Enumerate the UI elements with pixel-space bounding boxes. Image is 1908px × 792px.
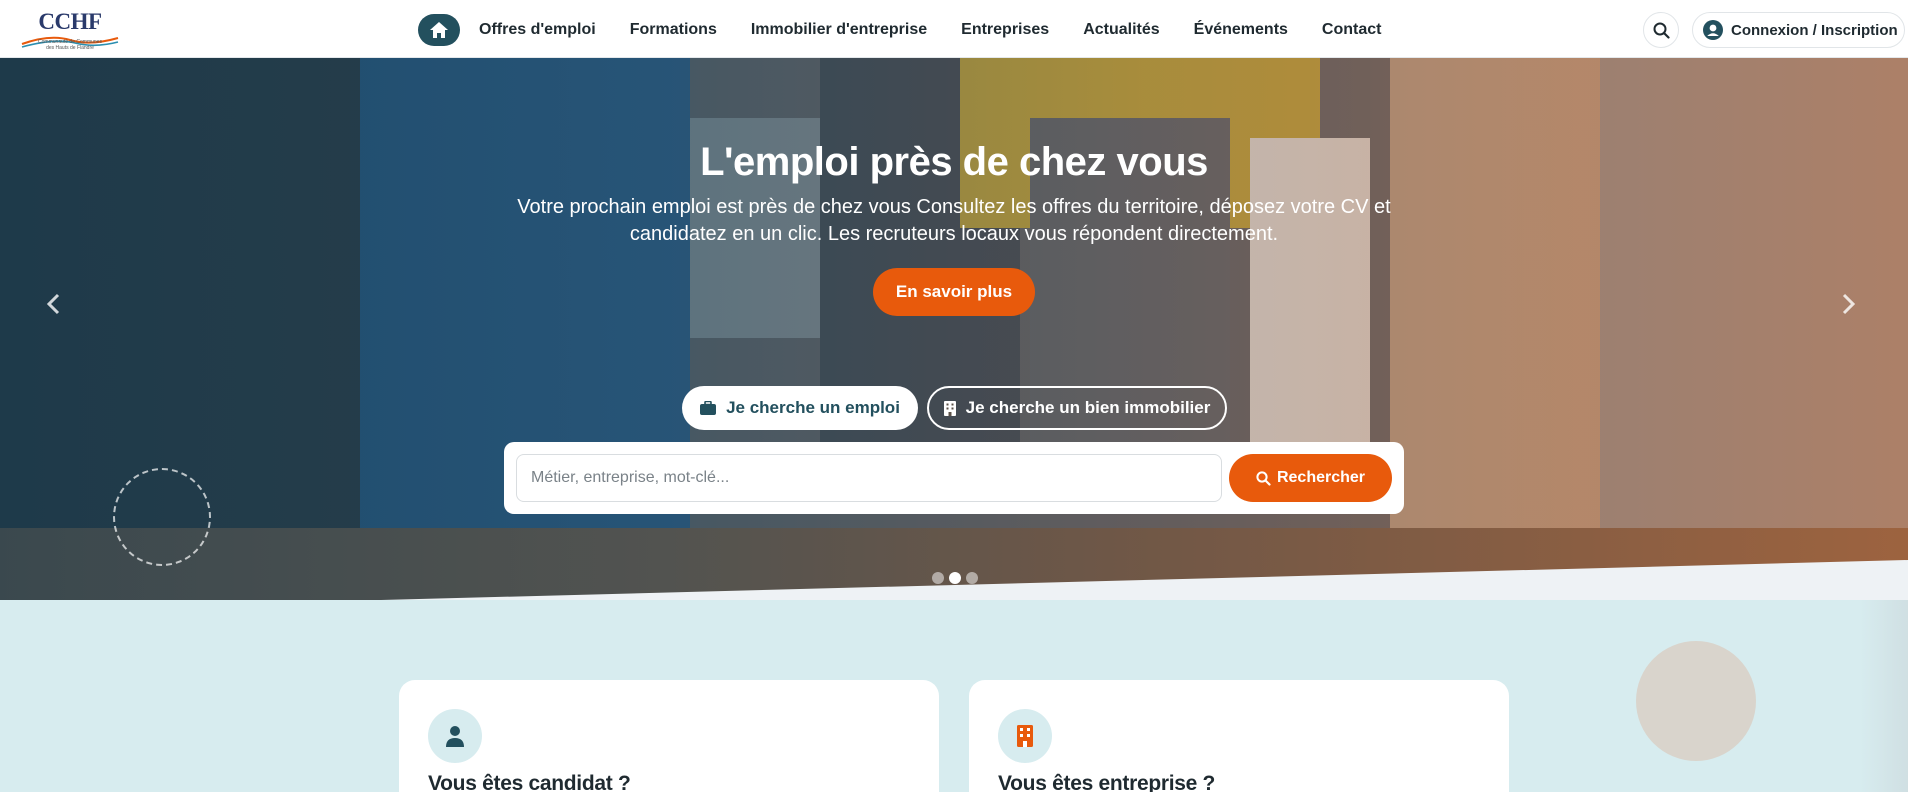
search-icon bbox=[1653, 22, 1670, 39]
building-icon bbox=[998, 709, 1052, 763]
company-card-title: Vous êtes entreprise ? bbox=[998, 772, 1216, 792]
carousel-next-button[interactable] bbox=[1842, 291, 1856, 322]
nav-item-offres[interactable]: Offres d'emploi bbox=[479, 21, 596, 39]
tab-property-label: Je cherche un bien immobilier bbox=[965, 398, 1211, 417]
chevron-right-icon bbox=[1842, 293, 1856, 315]
carousel-prev-button[interactable] bbox=[46, 291, 60, 322]
user-icon bbox=[428, 709, 482, 763]
search-submit-button[interactable]: Rechercher bbox=[1229, 454, 1392, 502]
edge-shadow bbox=[1860, 600, 1908, 792]
audience-section bbox=[0, 600, 1908, 792]
tab-property-search[interactable]: Je cherche un bien immobilier bbox=[927, 386, 1227, 430]
site-logo[interactable]: CCHF Communauté de Communes des Hauts de… bbox=[20, 9, 120, 51]
site-header: CCHF Communauté de Communes des Hauts de… bbox=[0, 0, 1908, 58]
decorative-circle bbox=[1636, 641, 1756, 761]
search-submit-label: Rechercher bbox=[1276, 469, 1366, 486]
search-panel: Rechercher bbox=[504, 442, 1404, 514]
nav-item-entreprises[interactable]: Entreprises bbox=[961, 21, 1049, 39]
nav-item-formations[interactable]: Formations bbox=[630, 21, 717, 39]
nav-item-contact[interactable]: Contact bbox=[1322, 21, 1382, 39]
building-icon bbox=[943, 400, 956, 416]
main-nav: Offres d'emploi Formations Immobilier d'… bbox=[418, 14, 1381, 46]
hero-carousel: L'emploi près de chez vous Votre prochai… bbox=[0, 58, 1908, 610]
candidate-card-title: Vous êtes candidat ? bbox=[428, 772, 631, 792]
hero-cta-button[interactable]: En savoir plus bbox=[873, 268, 1035, 316]
login-button[interactable]: Connexion / Inscription bbox=[1692, 12, 1905, 48]
candidate-card[interactable]: Vous êtes candidat ? bbox=[399, 680, 939, 792]
hero-title: L'emploi près de chez vous bbox=[700, 140, 1208, 184]
tab-job-search[interactable]: Je cherche un emploi bbox=[682, 386, 918, 430]
nav-item-immobilier[interactable]: Immobilier d'entreprise bbox=[751, 21, 927, 39]
chevron-left-icon bbox=[46, 293, 60, 315]
login-label: Connexion / Inscription bbox=[1731, 21, 1898, 39]
briefcase-icon bbox=[700, 401, 717, 415]
search-icon bbox=[1256, 470, 1271, 486]
logo-text: CCHF bbox=[38, 9, 102, 34]
nav-item-actualites[interactable]: Actualités bbox=[1083, 21, 1159, 39]
company-card[interactable]: Vous êtes entreprise ? bbox=[969, 680, 1509, 792]
search-input[interactable] bbox=[516, 454, 1222, 502]
nav-item-evenements[interactable]: Événements bbox=[1194, 21, 1288, 39]
home-icon bbox=[430, 22, 448, 38]
tab-job-label: Je cherche un emploi bbox=[726, 398, 900, 417]
decorative-dashed-circle bbox=[113, 468, 211, 566]
user-circle-icon bbox=[1703, 20, 1723, 40]
hero-subtitle: Votre prochain emploi est près de chez v… bbox=[517, 196, 1391, 245]
search-type-tabs: Je cherche un emploi Je cherche un bien … bbox=[682, 386, 1227, 430]
nav-home-button[interactable] bbox=[418, 14, 460, 46]
header-search-button[interactable] bbox=[1643, 12, 1679, 48]
logo-subtext: Communauté de Communes des Hauts de Flan… bbox=[38, 39, 102, 51]
